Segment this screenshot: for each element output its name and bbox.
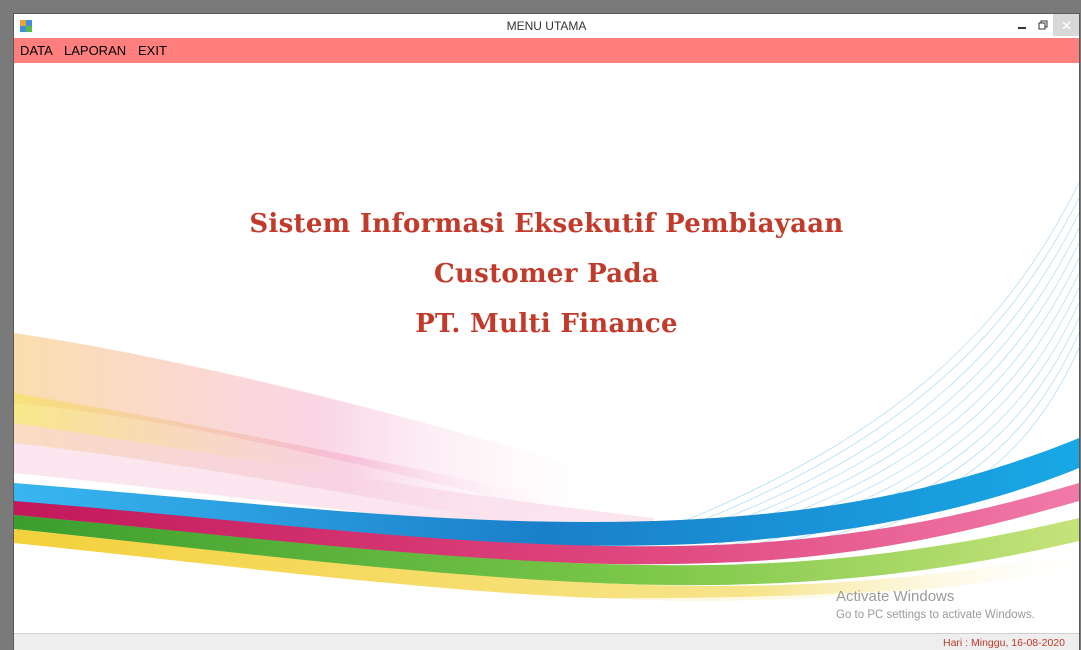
headline-line-1: Sistem Informasi Eksekutif Pembiayaan xyxy=(249,209,844,239)
menu-bar: DATA LAPORAN EXIT xyxy=(14,38,1079,63)
menu-item-exit[interactable]: EXIT xyxy=(138,43,167,58)
minimize-button[interactable] xyxy=(1012,14,1032,36)
window-title: MENU UTAMA xyxy=(506,19,587,33)
wave-background xyxy=(14,182,1079,633)
close-button[interactable] xyxy=(1053,14,1079,36)
headline-line-3: PT. Multi Finance xyxy=(415,309,678,339)
main-window: MENU UTAMA DATA LAPORAN EXIT Sistem Info… xyxy=(14,14,1079,650)
activate-windows-title: Activate Windows xyxy=(836,588,955,605)
restore-icon xyxy=(1038,20,1048,30)
menu-item-data[interactable]: DATA xyxy=(20,43,53,58)
background-canvas: Sistem Informasi Eksekutif Pembiayaan Cu… xyxy=(14,63,1079,633)
headline-line-2: Customer Pada xyxy=(433,259,659,289)
status-date-label: Hari : Minggu, 16-08-2020 xyxy=(943,637,1065,649)
menu-item-laporan[interactable]: LAPORAN xyxy=(64,43,126,58)
close-icon xyxy=(1062,21,1070,29)
minimize-icon xyxy=(1018,27,1026,29)
title-bar[interactable]: MENU UTAMA xyxy=(14,14,1079,38)
restore-button[interactable] xyxy=(1033,14,1053,36)
status-bar: Hari : Minggu, 16-08-2020 xyxy=(14,633,1079,650)
activate-windows-subtitle: Go to PC settings to activate Windows. xyxy=(836,609,1035,621)
